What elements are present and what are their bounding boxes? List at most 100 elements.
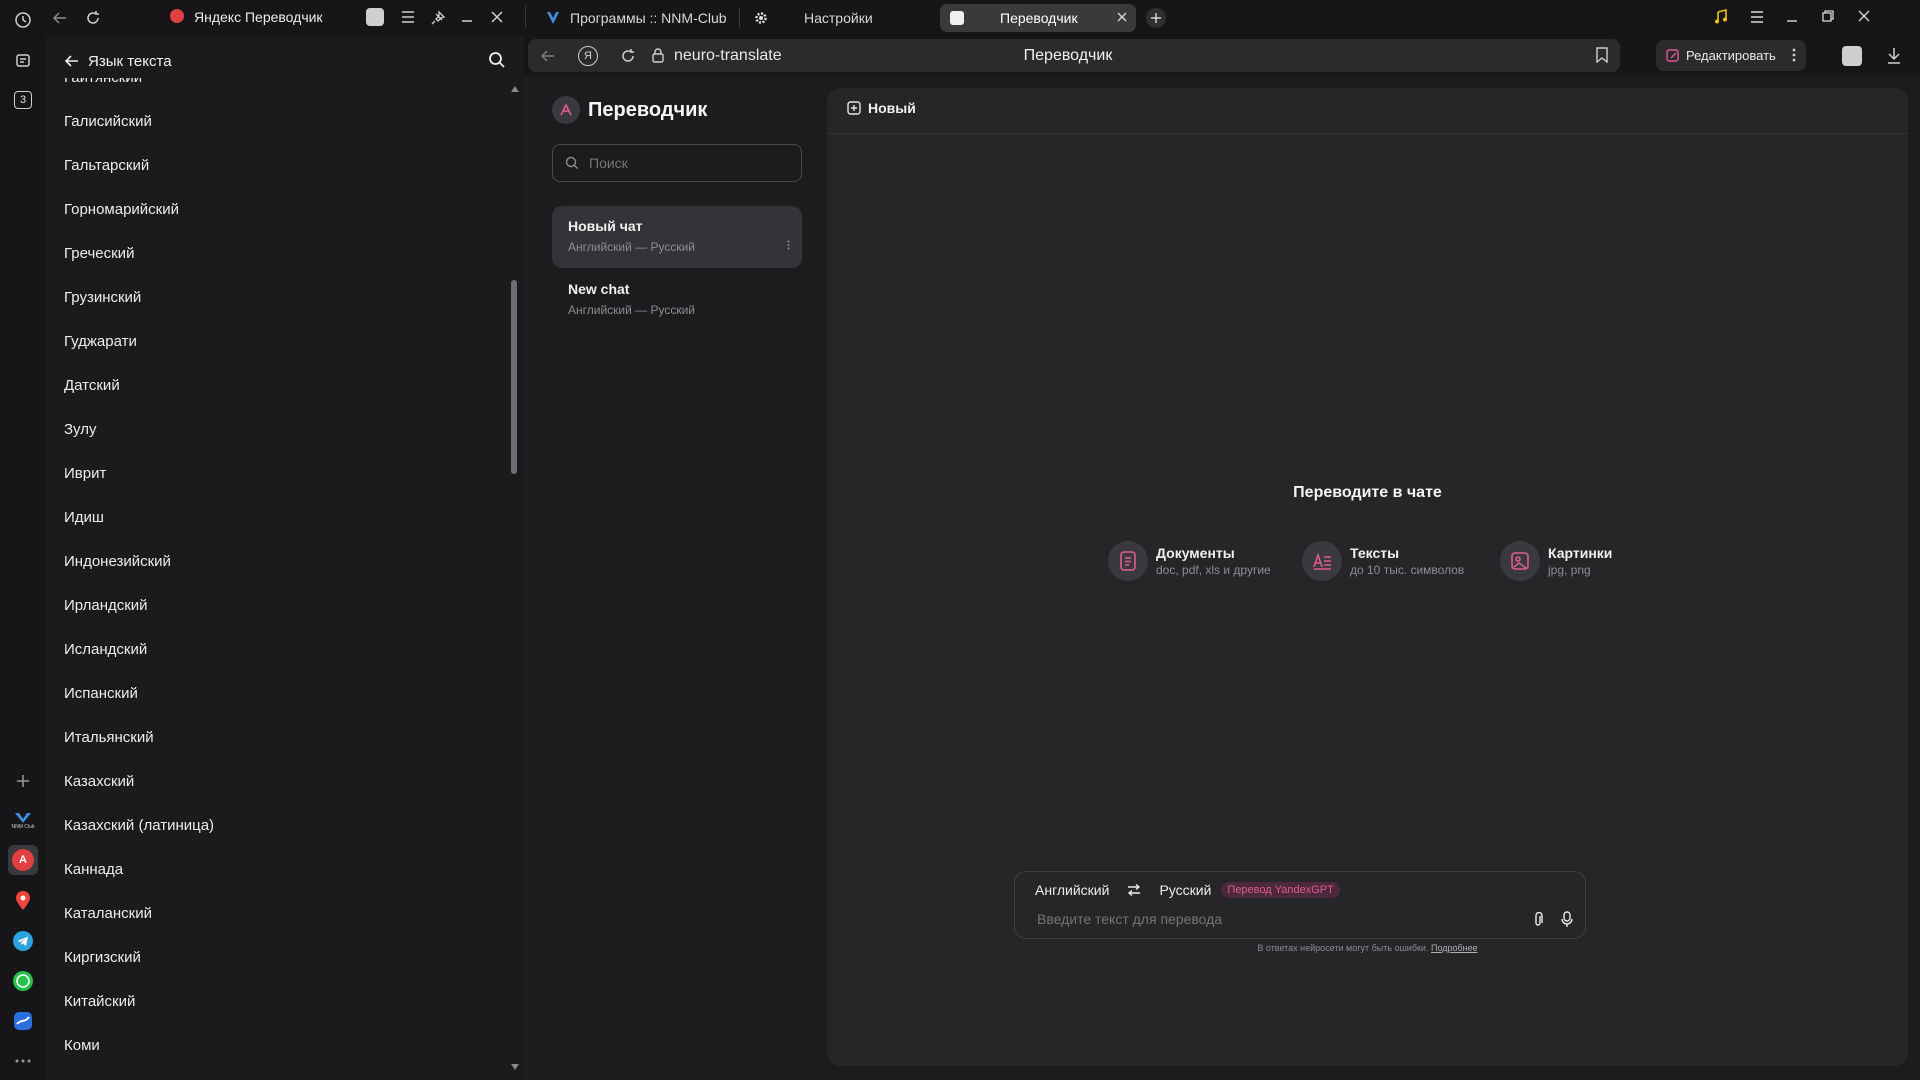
- language-option[interactable]: Ирландский: [46, 584, 508, 628]
- feature-title: Картинки: [1548, 545, 1613, 561]
- chat-item-new-chat-en[interactable]: New chat Английский — Русский: [552, 269, 802, 331]
- language-option[interactable]: Зулу: [46, 408, 508, 452]
- new-tab-button[interactable]: [1146, 8, 1166, 28]
- microphone-icon[interactable]: [1561, 911, 1573, 928]
- search-box[interactable]: [552, 144, 802, 182]
- minimize-panel-icon[interactable]: [460, 10, 474, 24]
- nnm-label: NNM Club: [11, 824, 35, 830]
- notifications-counter[interactable]: 3: [8, 85, 38, 115]
- more-vertical-icon[interactable]: [1792, 48, 1796, 62]
- add-panel-icon[interactable]: [8, 766, 38, 796]
- messenger-icon[interactable]: [8, 1006, 38, 1036]
- browser-sidebar-rail: 3 NNM Club A: [0, 0, 46, 1080]
- extension-icon[interactable]: [1842, 46, 1862, 66]
- new-chat-button[interactable]: Новый: [847, 100, 916, 116]
- language-option[interactable]: Казахский (латиница): [46, 804, 508, 848]
- language-option[interactable]: Испанский: [46, 672, 508, 716]
- chat-more-icon[interactable]: [787, 240, 790, 250]
- source-language[interactable]: Английский: [1035, 882, 1109, 898]
- tab-label: Программы :: NNM-Club: [570, 10, 727, 26]
- music-icon[interactable]: [1714, 9, 1728, 25]
- language-option[interactable]: Гальтарский: [46, 144, 508, 188]
- lock-icon[interactable]: [652, 48, 664, 63]
- close-window-icon[interactable]: [1858, 10, 1870, 22]
- language-option[interactable]: Гаитянский: [46, 78, 508, 100]
- scroll-up-arrow-icon[interactable]: [511, 86, 519, 92]
- close-tab-icon[interactable]: [1116, 11, 1128, 23]
- page-title: Переводчик: [1023, 47, 1113, 64]
- back-icon[interactable]: [540, 48, 556, 64]
- language-option[interactable]: Коми: [46, 1024, 508, 1068]
- nnm-club-icon[interactable]: NNM Club: [8, 806, 38, 836]
- feature-documents[interactable]: Документы doc, pdf, xls и другие: [1108, 540, 1271, 582]
- whatsapp-icon[interactable]: [8, 966, 38, 996]
- reload-icon[interactable]: [85, 10, 101, 26]
- pin-icon[interactable]: [430, 10, 446, 26]
- language-option[interactable]: Грузинский: [46, 276, 508, 320]
- attach-icon[interactable]: [1533, 912, 1543, 928]
- language-option[interactable]: Казахский: [46, 760, 508, 804]
- url-text[interactable]: neuro-translate: [674, 47, 782, 65]
- language-option[interactable]: Каннада: [46, 848, 508, 892]
- notif-count: 3: [14, 91, 32, 109]
- language-option[interactable]: Идиш: [46, 496, 508, 540]
- back-icon[interactable]: [52, 10, 68, 26]
- language-option[interactable]: Датский: [46, 364, 508, 408]
- restore-window-icon[interactable]: [1822, 10, 1834, 22]
- target-language[interactable]: Русский: [1159, 882, 1211, 898]
- translator-app-icon[interactable]: A: [8, 845, 38, 875]
- tab-translator[interactable]: Переводчик: [940, 4, 1136, 32]
- language-option[interactable]: Индонезийский: [46, 540, 508, 584]
- feature-subtitle: doc, pdf, xls и другие: [1156, 563, 1271, 577]
- language-list-scrollbar[interactable]: [508, 86, 520, 1080]
- language-option[interactable]: Горномарийский: [46, 188, 508, 232]
- collections-icon[interactable]: [8, 45, 38, 75]
- history-icon[interactable]: [8, 5, 38, 35]
- translation-input[interactable]: [1035, 910, 1515, 928]
- feature-images[interactable]: Картинки jpg, png: [1500, 540, 1612, 582]
- browser-menu-icon[interactable]: [1750, 11, 1764, 23]
- bookmark-icon[interactable]: [1596, 47, 1608, 63]
- scroll-down-arrow-icon[interactable]: [511, 1064, 519, 1070]
- language-option[interactable]: Каталанский: [46, 892, 508, 936]
- more-icon[interactable]: [8, 1046, 38, 1076]
- reload-icon[interactable]: [620, 48, 636, 64]
- edit-icon: [1666, 48, 1679, 62]
- extension-icon[interactable]: [366, 8, 384, 26]
- search-icon[interactable]: [488, 51, 506, 69]
- back-arrow-icon[interactable]: [64, 53, 80, 69]
- side-panel-app-title: Яндекс Переводчик: [194, 9, 323, 25]
- chat-title: Новый чат: [568, 218, 643, 234]
- feature-title: Документы: [1156, 545, 1235, 561]
- yandex-logo-icon[interactable]: Я: [578, 46, 598, 66]
- scrollbar-thumb[interactable]: [511, 280, 517, 474]
- maps-icon[interactable]: [8, 886, 38, 916]
- swap-languages-icon[interactable]: [1127, 884, 1141, 896]
- disclaimer-link[interactable]: Подробнее: [1431, 943, 1478, 953]
- document-icon: [1108, 541, 1148, 581]
- language-option[interactable]: Итальянский: [46, 716, 508, 760]
- language-option[interactable]: Галисийский: [46, 100, 508, 144]
- language-option[interactable]: Китайский: [46, 980, 508, 1024]
- chat-item-new-chat[interactable]: Новый чат Английский — Русский: [552, 206, 802, 268]
- language-option[interactable]: Греческий: [46, 232, 508, 276]
- language-option[interactable]: Иврит: [46, 452, 508, 496]
- plus-icon: [1151, 13, 1161, 23]
- address-bar[interactable]: Я neuro-translate Переводчик: [528, 39, 1620, 72]
- language-option[interactable]: Киргизский: [46, 936, 508, 980]
- language-option[interactable]: Исландский: [46, 628, 508, 672]
- tab-bar: Программы :: NNM-Club Настройки Переводч…: [524, 0, 1920, 36]
- tab-settings[interactable]: Настройки: [746, 4, 876, 32]
- telegram-icon[interactable]: [8, 926, 38, 956]
- language-option[interactable]: Гуджарати: [46, 320, 508, 364]
- close-panel-icon[interactable]: [490, 10, 504, 24]
- minimize-window-icon[interactable]: [1786, 11, 1798, 23]
- tab-nnm-club[interactable]: Программы :: NNM-Club: [538, 4, 734, 32]
- menu-icon[interactable]: [400, 10, 416, 24]
- search-input[interactable]: [587, 154, 787, 172]
- edit-button[interactable]: Редактировать: [1656, 40, 1806, 71]
- feature-texts[interactable]: Тексты до 10 тыс. символов: [1302, 540, 1464, 582]
- disclaimer: В ответах нейросети могут быть ошибки. П…: [827, 943, 1908, 953]
- image-icon: [1500, 541, 1540, 581]
- download-icon[interactable]: [1886, 47, 1902, 65]
